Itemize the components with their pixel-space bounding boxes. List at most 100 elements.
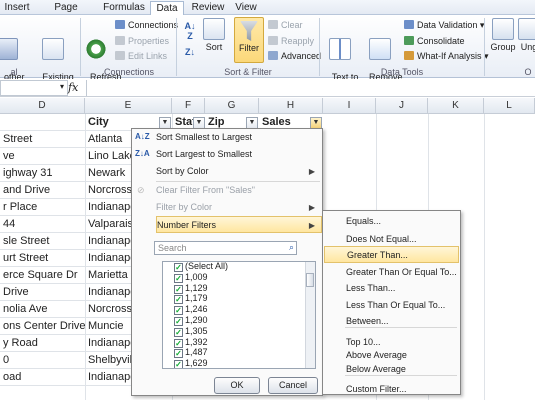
- reapply-label: Reapply: [281, 36, 315, 46]
- sort-button[interactable]: Sort: [201, 18, 227, 52]
- menu-separator: [345, 375, 457, 376]
- data-validation-button[interactable]: Data Validation ▾: [404, 20, 484, 31]
- cancel-button[interactable]: Cancel: [268, 377, 318, 394]
- tab-review[interactable]: Review: [190, 1, 226, 15]
- sort-largest-to-smallest[interactable]: Sort Largest to Smallest: [156, 146, 321, 163]
- database-icon: [0, 38, 18, 60]
- sort-az-button[interactable]: A↓ Z: [181, 21, 199, 41]
- filter-search-input[interactable]: Search ⌕: [154, 241, 297, 255]
- address-cell[interactable]: ighway 31: [0, 165, 85, 182]
- consolidate-label: Consolidate: [417, 36, 465, 46]
- number-filters[interactable]: Number Filters ▶: [156, 216, 322, 233]
- funnel-icon: [240, 21, 258, 41]
- address-cell[interactable]: Street: [0, 131, 85, 148]
- reapply-icon: [268, 36, 278, 45]
- ungroup-label: Ung: [520, 42, 535, 52]
- data-validation-icon: [404, 20, 414, 29]
- formula-input[interactable]: [86, 80, 535, 96]
- search-icon: ⌕: [288, 242, 294, 252]
- consolidate-button[interactable]: Consolidate: [404, 36, 465, 47]
- filter-value-item[interactable]: ✓1,721: [174, 368, 208, 369]
- properties-button[interactable]: Properties: [115, 36, 169, 47]
- column-header-k[interactable]: K: [428, 98, 484, 114]
- number-filter-option[interactable]: Greater Than...: [324, 246, 459, 263]
- tab-page-layout[interactable]: Page Layout: [38, 1, 94, 26]
- sort-smallest-to-largest[interactable]: Sort Smallest to Largest: [156, 129, 321, 146]
- address-cell[interactable]: 0: [0, 352, 85, 369]
- number-filter-option[interactable]: Greater Than Or Equal To...: [324, 264, 459, 281]
- link-icon: [115, 51, 125, 60]
- insert-function-icon[interactable]: fx: [68, 81, 78, 94]
- text-columns-icon: [329, 38, 351, 60]
- address-cell[interactable]: sle Street: [0, 233, 85, 250]
- group-separator: [484, 18, 485, 76]
- tab-data[interactable]: Data: [150, 1, 184, 16]
- column-header-l[interactable]: L: [484, 98, 535, 114]
- edit-links-label: Edit Links: [128, 51, 168, 61]
- remove-duplicates-icon: [369, 38, 391, 60]
- address-cell[interactable]: ve: [0, 148, 85, 165]
- name-box[interactable]: ▾: [0, 80, 68, 96]
- group-label: Group: [490, 42, 516, 52]
- list-scrollbar[interactable]: [305, 262, 315, 368]
- group-button[interactable]: Group: [488, 18, 518, 52]
- filter-value-label: 1,129: [185, 282, 208, 293]
- filter-values-list[interactable]: ✓ (Select All) ✓ 1,009 ✓ 1,129 ✓ 1,179 ✓ 1,246 ✓ 1,…: [162, 261, 316, 369]
- address-cell[interactable]: nolia Ave: [0, 301, 85, 318]
- clear-filter-from-sales[interactable]: Clear Filter From "Sales": [156, 182, 321, 199]
- number-filter-option[interactable]: Less Than Or Equal To...: [324, 297, 459, 314]
- advanced-button[interactable]: Advanced: [268, 51, 321, 62]
- sort-za-icon: Z↓: [185, 47, 195, 57]
- edit-links-button[interactable]: Edit Links: [115, 51, 167, 62]
- sort-by-color-label: Sort by Color: [156, 166, 209, 176]
- address-cell[interactable]: urt Street: [0, 250, 85, 267]
- tab-insert[interactable]: Insert: [2, 1, 32, 15]
- filter-by-color-label: Filter by Color: [156, 202, 213, 212]
- ungroup-button[interactable]: Ung: [518, 18, 535, 52]
- clear-button[interactable]: Clear: [268, 20, 303, 31]
- data-validation-label: Data Validation: [417, 20, 478, 30]
- address-cell[interactable]: y Road: [0, 335, 85, 352]
- clear-filter-icon: ⊘: [137, 185, 145, 195]
- connections-button[interactable]: Connections: [115, 20, 178, 31]
- column-header-h[interactable]: H: [259, 98, 323, 114]
- reapply-button[interactable]: Reapply: [268, 36, 314, 47]
- group-separator: [319, 18, 320, 76]
- clear-filter-icon: [268, 20, 278, 29]
- address-cell[interactable]: erce Square Dr: [0, 267, 85, 284]
- number-filter-option[interactable]: Equals...: [324, 213, 459, 230]
- address-cell[interactable]: oad: [0, 369, 85, 386]
- connections-label: Connections: [128, 20, 179, 30]
- address-cell[interactable]: and Drive: [0, 182, 85, 199]
- filter-by-color[interactable]: Filter by Color ▶: [156, 199, 321, 216]
- ribbon: other ces Existing Connections Refresh A…: [0, 15, 535, 92]
- header-cell-d[interactable]: [0, 114, 85, 131]
- address-cell[interactable]: 44: [0, 216, 85, 233]
- sort-by-color[interactable]: Sort by Color ▶: [156, 163, 321, 180]
- address-cell[interactable]: ons Center Drive: [0, 318, 85, 335]
- number-filter-option[interactable]: Less Than...: [324, 280, 459, 297]
- tab-view[interactable]: View: [232, 1, 260, 15]
- column-header-g[interactable]: G: [205, 98, 259, 114]
- sort-az-icon: A↓ Z: [184, 21, 196, 41]
- properties-icon: [115, 36, 125, 45]
- ok-button[interactable]: OK: [214, 377, 260, 394]
- what-if-button[interactable]: What-If Analysis ▾: [404, 51, 489, 62]
- address-cell[interactable]: Drive: [0, 284, 85, 301]
- column-header-e[interactable]: E: [85, 98, 172, 114]
- list-scrollbar-thumb[interactable]: [306, 273, 314, 287]
- filter-button[interactable]: Filter: [234, 17, 264, 63]
- consolidate-icon: [404, 36, 414, 45]
- sort-za-button[interactable]: Z↓: [181, 47, 199, 57]
- group-label-outline: O: [524, 67, 532, 77]
- address-cell[interactable]: r Place: [0, 199, 85, 216]
- column-header-f[interactable]: F: [172, 98, 205, 114]
- column-header-i[interactable]: I: [323, 98, 376, 114]
- properties-label: Properties: [128, 36, 170, 46]
- filter-value-label: 1,009: [185, 271, 208, 282]
- column-header-d[interactable]: D: [0, 98, 85, 114]
- name-box-dropdown-icon[interactable]: ▾: [60, 82, 64, 91]
- column-header-j[interactable]: J: [376, 98, 428, 114]
- tab-formulas[interactable]: Formulas: [101, 1, 147, 15]
- number-filter-option[interactable]: Custom Filter...: [324, 381, 459, 398]
